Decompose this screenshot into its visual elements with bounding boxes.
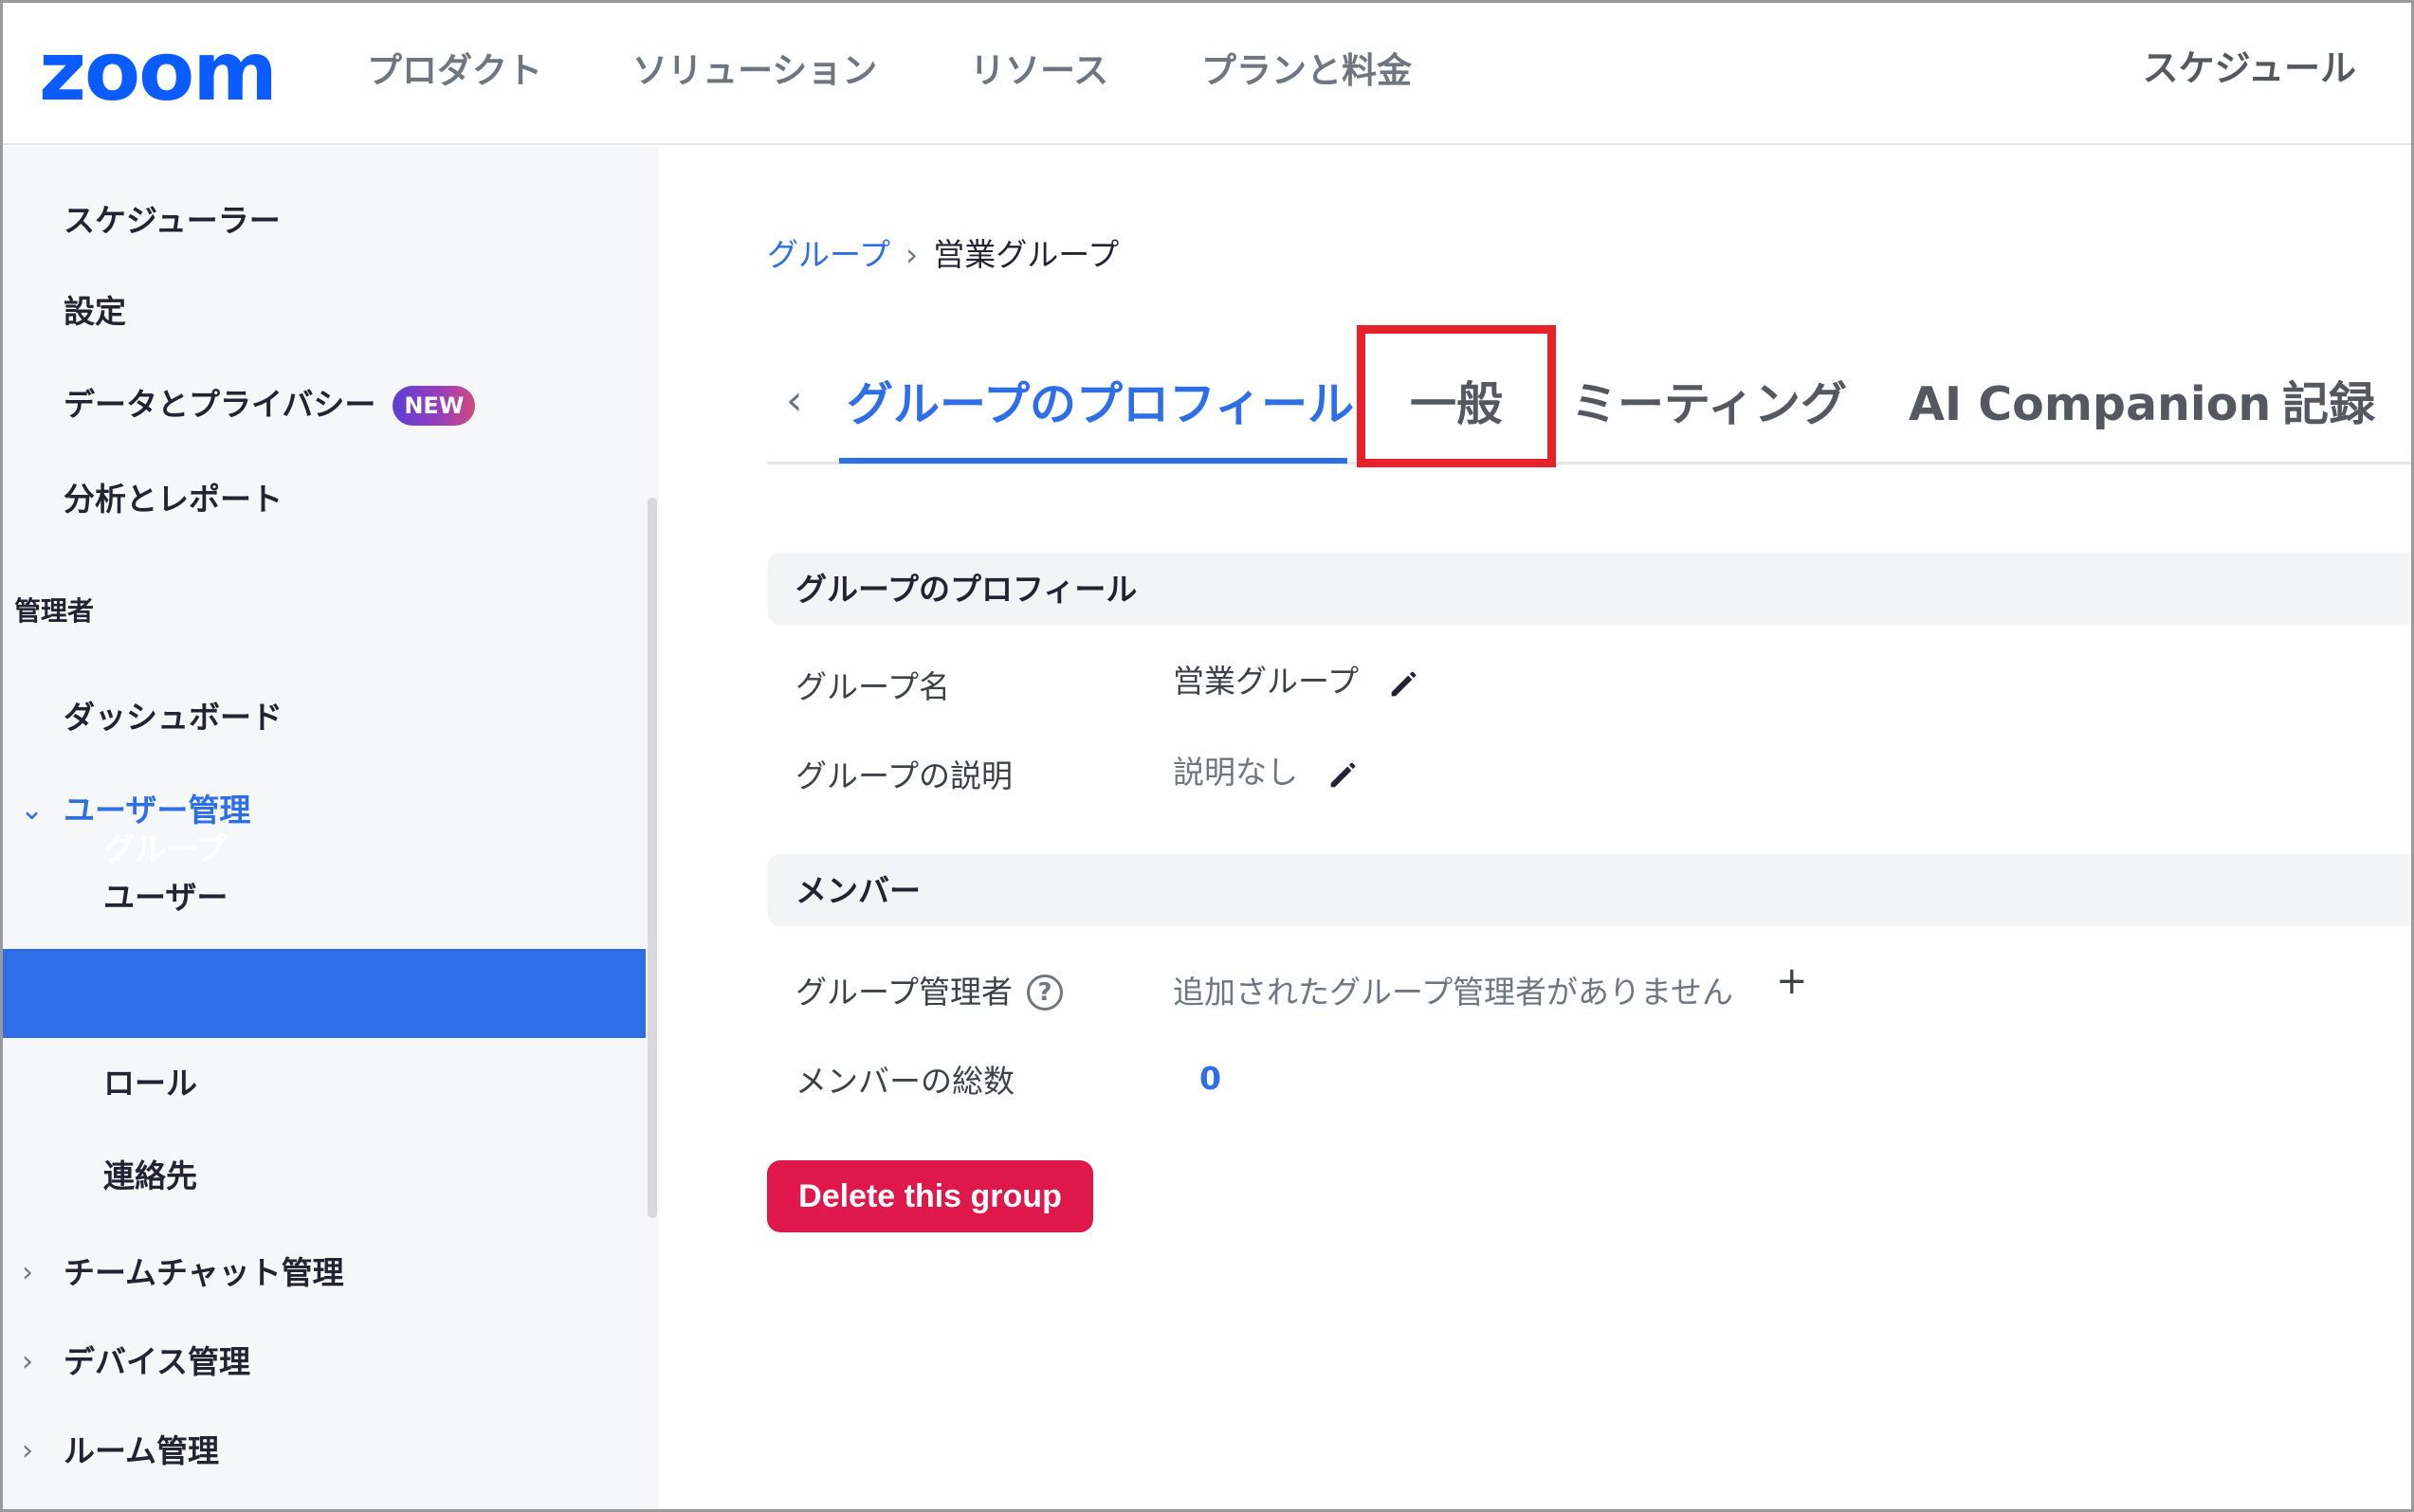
sidebar-item-data-privacy[interactable]: データとプライバシー NEW xyxy=(64,384,476,426)
sidebar-scrollbar[interactable] xyxy=(648,498,657,1218)
nav-products[interactable]: プロダクト xyxy=(367,48,542,94)
group-admin-label: グループ管理者 xyxy=(796,974,1014,1011)
chevron-right-icon[interactable]: › xyxy=(22,1252,33,1294)
section-title-profile: グループのプロフィール xyxy=(796,571,1138,608)
highlight-annotation-box xyxy=(1357,325,1556,467)
sidebar-item-label: データとプライバシー xyxy=(64,386,376,423)
sidebar-item-analytics[interactable]: 分析とレポート xyxy=(64,479,283,520)
member-total-value: 0 xyxy=(1199,1060,1221,1097)
tab-ai-companion[interactable]: AI Companion xyxy=(1909,374,2271,435)
chevron-down-icon[interactable]: ⌄ xyxy=(20,790,44,831)
group-description-value: 説明なし xyxy=(1173,754,1298,791)
section-title-members: メンバー xyxy=(796,872,921,909)
sidebar-section-admin: 管理者 xyxy=(14,595,95,627)
pencil-icon[interactable] xyxy=(1325,756,1362,793)
new-badge: NEW xyxy=(393,386,476,426)
sidebar: スケジューラー 設定 データとプライバシー NEW 分析とレポート 管理者 ダッシ… xyxy=(3,147,659,1509)
section-header-members xyxy=(767,854,2411,926)
nav-pricing[interactable]: プランと料金 xyxy=(1201,48,1412,94)
tab-group-profile[interactable]: グループのプロフィール xyxy=(847,374,1354,435)
group-name-label: グループ名 xyxy=(796,668,951,705)
chevron-right-icon[interactable]: › xyxy=(22,1341,33,1383)
delete-group-button[interactable]: Delete this group xyxy=(767,1160,1093,1232)
sidebar-item-contacts[interactable]: 連絡先 xyxy=(103,1156,197,1197)
group-name-value: 営業グループ xyxy=(1173,663,1360,700)
app-window: zoom プロダクト ソリューション リソース プランと料金 スケジュール スケ… xyxy=(0,0,2414,1512)
top-nav: zoom プロダクト ソリューション リソース プランと料金 スケジュール xyxy=(3,3,2411,145)
nav-solutions[interactable]: ソリューション xyxy=(632,48,877,94)
tab-recording[interactable]: 記録 xyxy=(2282,374,2375,435)
pencil-icon[interactable] xyxy=(1385,665,1423,702)
sidebar-item-settings[interactable]: 設定 xyxy=(64,291,126,333)
sidebar-item-user-management[interactable]: ユーザー管理 xyxy=(64,790,250,831)
sidebar-item-roles[interactable]: ロール xyxy=(103,1063,197,1104)
breadcrumb-separator: › xyxy=(905,236,919,273)
sidebar-item-devices[interactable]: デバイス管理 xyxy=(64,1341,250,1383)
group-description-label: グループの説明 xyxy=(796,757,1014,794)
help-icon[interactable]: ? xyxy=(1027,975,1063,1011)
sidebar-item-rooms[interactable]: ルーム管理 xyxy=(64,1430,219,1472)
tab-meetings[interactable]: ミーティング xyxy=(1571,374,1847,435)
breadcrumb: グループ › 営業グループ xyxy=(767,234,1119,276)
breadcrumb-current: 営業グループ xyxy=(933,236,1120,273)
member-total-label: メンバーの総数 xyxy=(796,1063,1015,1100)
sidebar-item-groups[interactable]: グループ xyxy=(103,829,227,870)
add-admin-icon[interactable]: + xyxy=(1776,960,1808,1002)
nav-schedule[interactable]: スケジュール xyxy=(2143,46,2356,91)
group-admin-value: 追加されたグループ管理者がありません xyxy=(1173,974,1734,1011)
sidebar-item-dashboard[interactable]: ダッシュボード xyxy=(64,697,283,738)
chevron-left-icon[interactable]: ‹ xyxy=(786,373,803,429)
sidebar-item-groups-active[interactable] xyxy=(3,949,646,1038)
breadcrumb-groups-link[interactable]: グループ xyxy=(767,236,890,273)
sidebar-item-users[interactable]: ユーザー xyxy=(103,877,228,919)
sidebar-item-scheduler[interactable]: スケジューラー xyxy=(64,200,281,242)
chevron-right-icon[interactable]: › xyxy=(22,1430,33,1472)
active-tab-indicator xyxy=(839,458,1347,464)
zoom-logo[interactable]: zoom xyxy=(39,29,278,115)
nav-resources[interactable]: リソース xyxy=(970,48,1108,94)
sidebar-item-team-chat[interactable]: チームチャット管理 xyxy=(64,1252,344,1294)
